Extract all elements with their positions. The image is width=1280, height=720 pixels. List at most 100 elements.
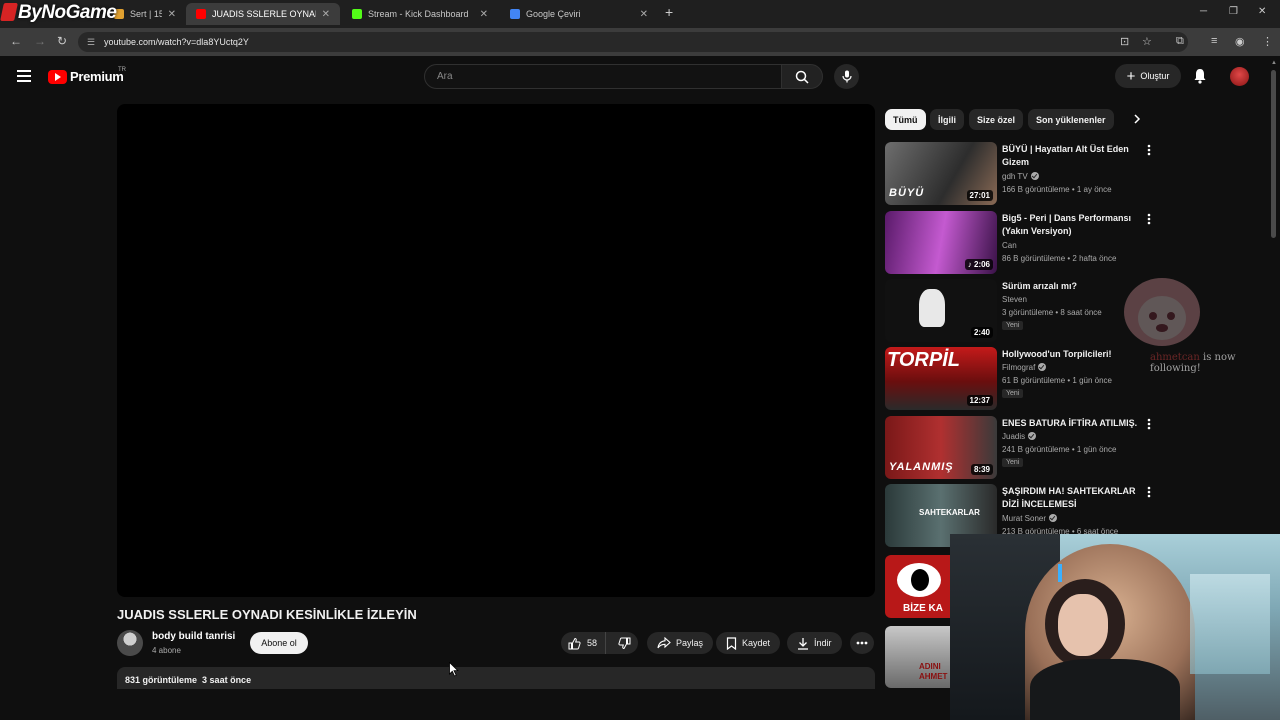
media-control-icon[interactable]: ≡ <box>1211 35 1217 47</box>
video-title: JUADIS SSLERLE OYNADI KESİNLİKLE İZLEYİN <box>117 607 417 622</box>
video-duration: ♪ 2:06 <box>964 259 993 270</box>
like-button[interactable]: 58 <box>561 632 607 654</box>
recommended-video[interactable]: ♪ 2:06 Big5 - Peri | Dans Performansı (Y… <box>885 211 1160 275</box>
account-avatar[interactable] <box>1230 67 1249 86</box>
tab-title: Stream - Kick Dashboard <box>368 9 469 19</box>
close-icon[interactable]: ✕ <box>322 9 330 20</box>
bookmark-icon <box>726 636 737 650</box>
video-meta: 61 B görüntüleme • 1 gün önce <box>1002 376 1112 385</box>
video-thumbnail[interactable]: ADINI AHMET <box>885 626 950 688</box>
channel-name[interactable]: Steven <box>1002 295 1027 304</box>
channel-name[interactable]: Can <box>1002 241 1017 250</box>
thumbnail-text: TORPİL <box>887 349 960 371</box>
site-info-icon[interactable]: ☰ <box>87 32 95 52</box>
save-button[interactable]: Kaydet <box>716 632 781 654</box>
video-title[interactable]: Big5 - Peri | Dans Performansı (Yakın Ve… <box>1002 212 1142 238</box>
video-duration: 2:40 <box>970 327 993 338</box>
menu-icon[interactable] <box>17 70 31 85</box>
follow-alert: ahmetcan is now following! <box>1150 352 1236 374</box>
more-actions-button[interactable] <box>850 632 874 654</box>
notifications-button[interactable] <box>1193 68 1207 89</box>
restore-icon[interactable]: ❐ <box>1229 6 1238 17</box>
webcam-face-shape <box>1058 594 1108 656</box>
reload-icon[interactable]: ↻ <box>57 34 67 48</box>
chip-recent-uploads[interactable]: Son yüklenenler <box>1028 109 1114 130</box>
more-vertical-icon[interactable] <box>1147 213 1151 225</box>
thumbnail-text: BÜYÜ <box>889 187 925 199</box>
install-app-icon[interactable]: ⊡ <box>1120 35 1129 48</box>
tab-kick-dashboard[interactable]: Stream - Kick Dashboard ✕ <box>342 3 498 25</box>
back-icon[interactable]: ← <box>10 34 22 48</box>
video-title[interactable]: ŞAŞIRDIM HA! SAHTEKARLAR DİZİ İNCELEMESİ <box>1002 485 1142 511</box>
close-icon[interactable]: ✕ <box>168 9 176 20</box>
chips-next-button[interactable] <box>1130 112 1144 131</box>
thumbs-up-icon <box>568 637 581 649</box>
close-icon[interactable]: ✕ <box>640 9 648 20</box>
search-button[interactable] <box>781 64 823 89</box>
video-thumbnail[interactable]: YALANMIŞ 8:39 <box>885 416 997 479</box>
channel-name[interactable]: Murat Soner <box>1002 514 1058 523</box>
plus-icon: + <box>1126 67 1136 85</box>
video-thumbnail[interactable]: ♪ 2:06 <box>885 211 997 274</box>
channel-name[interactable]: body build tanrisi <box>152 631 235 642</box>
webcam-light-shape <box>1058 564 1062 582</box>
description-box[interactable]: 831 görüntüleme 3 saat önce <box>117 667 875 689</box>
chip-related[interactable]: İlgili <box>930 109 964 130</box>
close-window-icon[interactable]: ✕ <box>1258 6 1266 17</box>
search-input[interactable]: Ara <box>424 64 782 89</box>
video-thumbnail[interactable]: 2:40 <box>885 279 997 342</box>
new-tab-button[interactable]: + <box>665 4 673 20</box>
youtube-play-icon <box>48 69 67 84</box>
channel-name[interactable]: gdh TV <box>1002 172 1039 181</box>
video-thumbnail[interactable]: BİZE KA <box>885 555 950 618</box>
dislike-button[interactable] <box>611 637 638 650</box>
video-title[interactable]: BÜYÜ | Hayatları Alt Üst Eden Gizem <box>1002 143 1142 169</box>
download-button[interactable]: İndir <box>787 632 842 654</box>
recommended-video[interactable]: YALANMIŞ 8:39 ENES BATURA İFTİRA ATILMIŞ… <box>885 416 1160 480</box>
forward-icon[interactable]: → <box>34 34 46 48</box>
webcam-window-shape <box>1190 574 1270 674</box>
chip-for-you[interactable]: Size özel <box>969 109 1024 130</box>
video-thumbnail[interactable]: BÜYÜ 27:01 <box>885 142 997 205</box>
channel-name[interactable]: Juadis <box>1002 432 1037 441</box>
tab-google-translate[interactable]: Google Çeviri ✕ <box>500 3 658 25</box>
more-vertical-icon[interactable] <box>1147 418 1151 430</box>
video-meta: 166 B görüntüleme • 1 ay önce <box>1002 185 1112 194</box>
subscribe-button[interactable]: Abone ol <box>250 632 308 654</box>
chip-all[interactable]: Tümü <box>885 109 926 130</box>
tab-title: Google Çeviri <box>526 9 581 19</box>
new-badge: Yeni <box>1002 389 1024 398</box>
more-vertical-icon[interactable] <box>1147 486 1151 498</box>
ghost-figure <box>919 289 945 327</box>
video-player[interactable] <box>117 104 875 597</box>
scroll-up-arrow[interactable]: ▲ <box>1271 60 1277 66</box>
like-dislike-group: 58 <box>561 632 638 654</box>
create-button[interactable]: + Oluştur <box>1115 64 1181 88</box>
voice-search-button[interactable] <box>834 64 859 89</box>
recommended-video[interactable]: TORPİL 12:37 Hollywood'un Torpilcileri! … <box>885 347 1160 411</box>
browser-menu-icon[interactable]: ⋮ <box>1262 35 1273 48</box>
channel-avatar[interactable] <box>117 630 143 656</box>
more-vertical-icon[interactable] <box>1147 144 1151 156</box>
minimize-icon[interactable]: ─ <box>1200 6 1207 17</box>
address-bar[interactable]: ☰ youtube.com/watch?v=dla8YUctq2Y <box>78 32 1188 52</box>
profile-icon[interactable]: ◉ <box>1235 35 1245 48</box>
bookmark-star-icon[interactable]: ☆ <box>1142 35 1152 48</box>
video-thumbnail[interactable]: TORPİL 12:37 <box>885 347 997 410</box>
like-count: 58 <box>587 638 598 648</box>
video-title[interactable]: ENES BATURA İFTİRA ATILMIŞ. <box>1002 417 1142 430</box>
close-icon[interactable]: ✕ <box>480 9 488 20</box>
video-meta: 86 B görüntüleme • 2 hafta önce <box>1002 254 1117 263</box>
tab-youtube-active[interactable]: JUADIS SSLERLE OYNADI KESİ ✕ <box>186 3 340 25</box>
webcam-shirt-shape <box>1030 659 1180 720</box>
translate-favicon <box>510 9 520 19</box>
kick-favicon <box>352 9 362 19</box>
youtube-premium-logo[interactable]: Premium <box>48 69 124 84</box>
channel-name[interactable]: Filmograf <box>1002 363 1047 372</box>
extensions-icon[interactable]: ⧉ <box>1176 35 1184 48</box>
video-meta: 241 B görüntüleme • 1 gün önce <box>1002 445 1117 454</box>
page-scrollbar[interactable] <box>1271 70 1276 238</box>
share-button[interactable]: Paylaş <box>647 632 714 654</box>
url-text: youtube.com/watch?v=dla8YUctq2Y <box>104 37 249 47</box>
recommended-video[interactable]: BÜYÜ 27:01 BÜYÜ | Hayatları Alt Üst Eden… <box>885 142 1160 206</box>
